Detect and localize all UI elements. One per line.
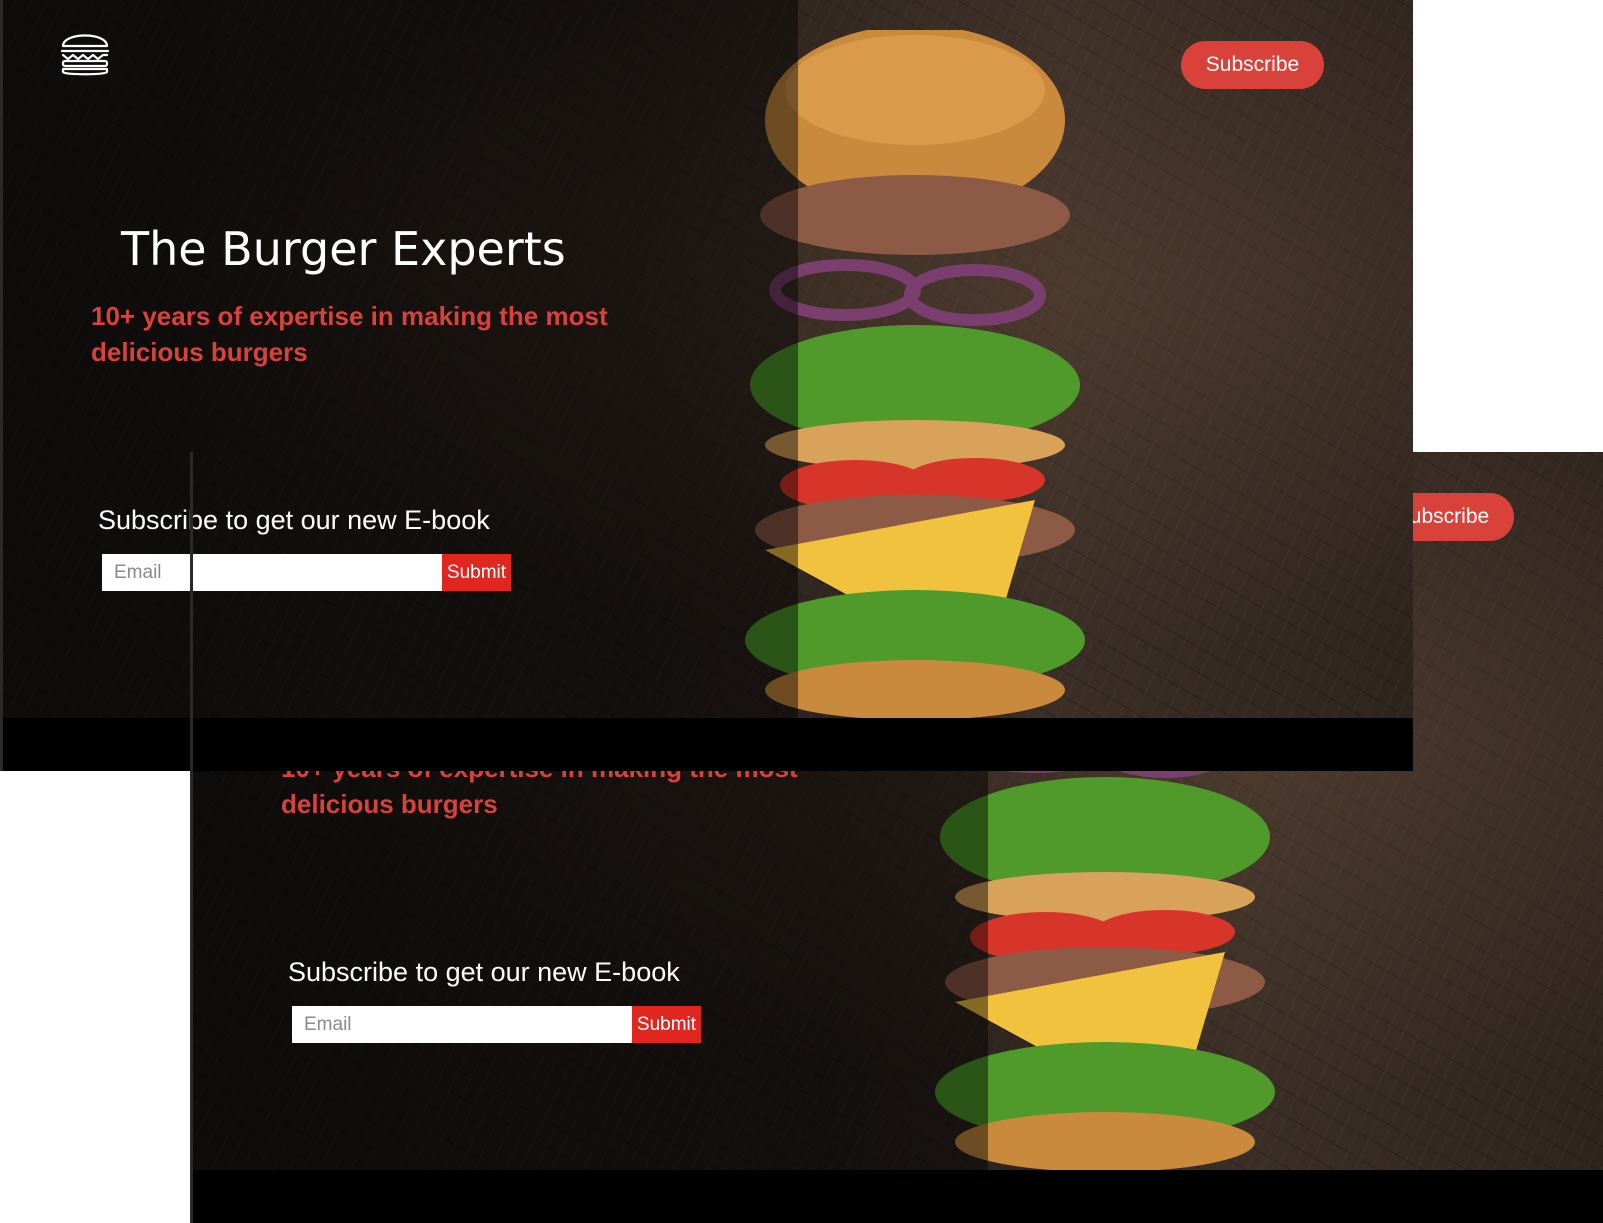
footer-bar: [0, 718, 1413, 771]
email-input[interactable]: [102, 554, 442, 591]
page-title: The Burger Experts: [121, 222, 566, 276]
subscribe-form: Submit: [292, 1006, 701, 1043]
ebook-heading: Subscribe to get our new E-book: [288, 957, 680, 987]
footer-bar: [190, 1170, 1603, 1223]
subscribe-button[interactable]: Subscribe: [1181, 41, 1324, 89]
submit-button[interactable]: Submit: [442, 554, 511, 591]
tagline: 10+ years of expertise in making the mos…: [91, 301, 608, 367]
burger-logo-icon[interactable]: [58, 26, 112, 80]
hero-section: Subscribe The Burger Experts 10+ years o…: [0, 0, 1413, 718]
ebook-heading: Subscribe to get our new E-book: [98, 505, 490, 535]
email-input[interactable]: [292, 1006, 632, 1043]
submit-button[interactable]: Submit: [632, 1006, 701, 1043]
subscribe-form: Submit: [102, 554, 511, 591]
foreground-browser-window: Subscribe The Burger Experts 10+ years o…: [0, 0, 1413, 771]
